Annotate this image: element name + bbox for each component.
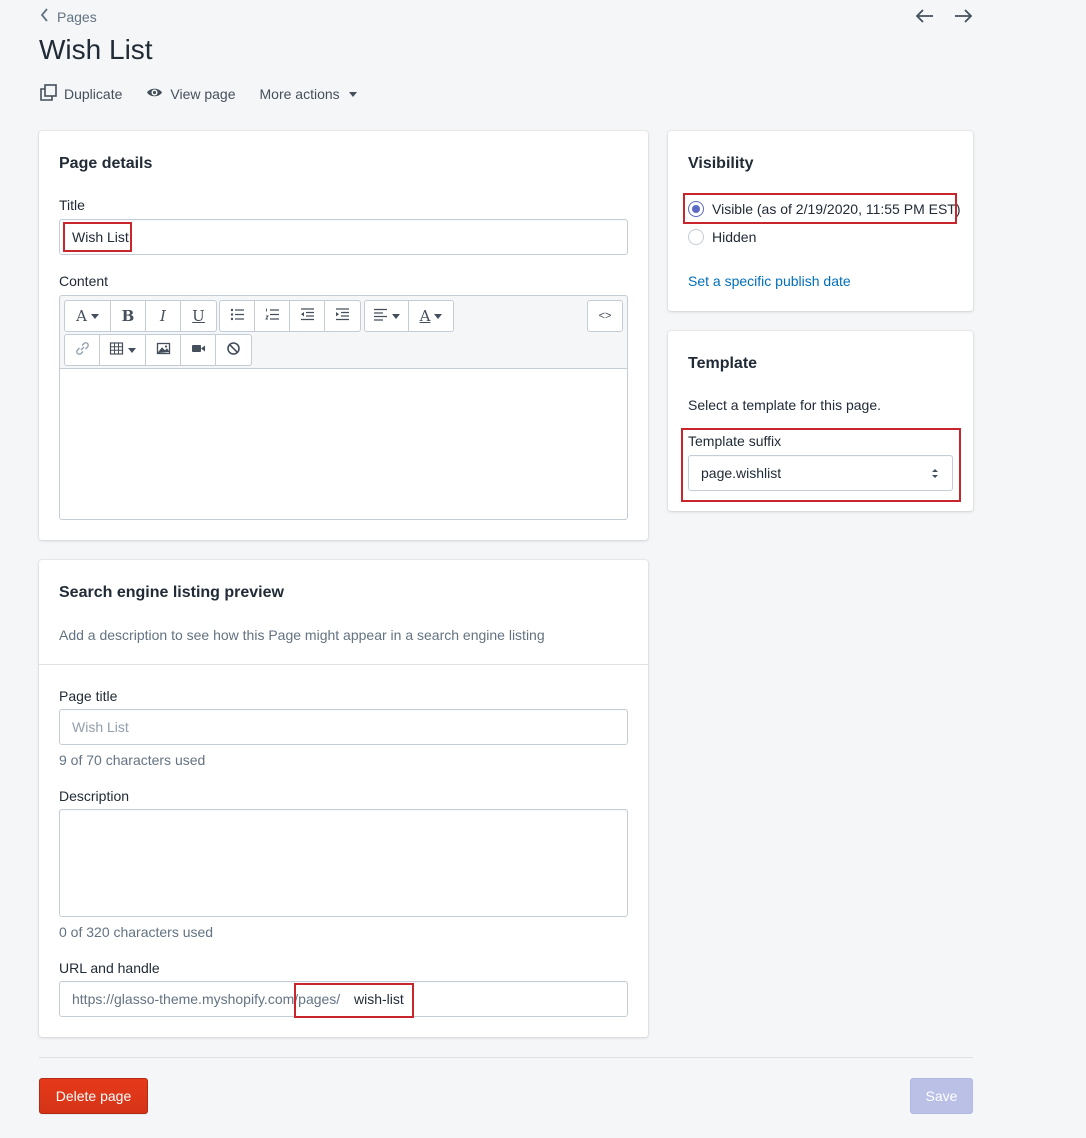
visible-label[interactable]: Visible (as of 2/19/2020, 11:55 PM EST) [712, 201, 961, 217]
more-actions-button[interactable]: More actions [260, 86, 357, 102]
seo-heading: Search engine listing preview [59, 584, 284, 601]
video-icon [191, 341, 206, 360]
numbered-list-button[interactable] [255, 301, 290, 331]
select-arrows-icon [931, 467, 939, 483]
italic-icon: I [160, 307, 166, 325]
code-icon: <> [598, 310, 612, 322]
view-page-button[interactable]: View page [146, 84, 236, 104]
more-actions-label: More actions [259, 86, 340, 102]
page-details-heading: Page details [59, 155, 153, 172]
numbered-list-icon [264, 307, 280, 326]
url-handle-input[interactable]: https://glasso-theme.myshopify.com/pages… [59, 981, 628, 1017]
caret-down-icon [434, 313, 443, 319]
bullet-list-icon [230, 307, 245, 326]
bullet-list-button[interactable] [220, 301, 255, 331]
breadcrumb-label: Pages [57, 8, 97, 25]
template-suffix-label: Template suffix [688, 433, 782, 449]
caret-down-icon [90, 313, 99, 319]
text-color-icon: A [419, 307, 431, 325]
italic-button[interactable]: I [146, 301, 181, 331]
page-title-label: Page title [59, 688, 118, 704]
title-input[interactable]: Wish List [59, 219, 628, 255]
url-prefix: https://glasso-theme.myshopify.com/pages… [72, 991, 341, 1007]
list-group [219, 300, 361, 332]
bold-icon: B [121, 307, 135, 325]
template-help: Select a template for this page. [688, 397, 881, 413]
indent-icon [335, 307, 350, 326]
video-button[interactable] [181, 335, 216, 365]
rich-text-toolbar: A B I U A <> [59, 295, 628, 369]
image-icon [156, 341, 171, 360]
visibility-heading: Visibility [688, 155, 754, 172]
outdent-button[interactable] [290, 301, 325, 331]
clear-format-button[interactable] [216, 335, 251, 365]
url-label: URL and handle [59, 960, 160, 976]
hidden-radio[interactable] [688, 229, 704, 245]
align-color-group: A [364, 300, 454, 332]
duplicate-icon [40, 84, 57, 104]
font-icon: A [76, 307, 87, 325]
underline-icon: U [192, 307, 205, 325]
align-button[interactable] [365, 301, 409, 331]
page-title-help: 9 of 70 characters used [59, 752, 206, 768]
seo-card: Search engine listing preview Add a desc… [39, 560, 648, 1037]
code-group: <> [587, 300, 623, 332]
code-view-button[interactable]: <> [588, 301, 622, 331]
breadcrumb[interactable]: Pages [40, 8, 97, 25]
view-page-label: View page [170, 86, 236, 102]
caret-down-icon [128, 347, 136, 353]
template-suffix-select[interactable]: page.wishlist [688, 455, 953, 491]
seo-description-input[interactable] [59, 809, 628, 917]
clear-format-icon [226, 341, 241, 360]
outdent-icon [300, 307, 315, 326]
content-label: Content [59, 273, 109, 289]
hidden-label[interactable]: Hidden [712, 229, 756, 245]
visible-radio[interactable] [688, 201, 704, 217]
underline-button[interactable]: U [181, 301, 216, 331]
seo-divider [39, 664, 648, 665]
table-icon [109, 341, 124, 360]
caret-down-icon [392, 313, 400, 319]
template-heading: Template [688, 355, 758, 372]
page-actions: Duplicate View page More actions [40, 84, 357, 104]
chevron-left-icon [40, 8, 49, 25]
save-button[interactable]: Save [910, 1078, 973, 1114]
indent-button[interactable] [325, 301, 360, 331]
bold-button[interactable]: B [111, 301, 146, 331]
arrow-right-icon [954, 8, 973, 26]
format-group: A B I U [64, 300, 217, 332]
page-title: Wish List [39, 34, 153, 65]
description-label: Description [59, 788, 130, 804]
footer-divider [39, 1057, 973, 1058]
publish-date-link[interactable]: Set a specific publish date [688, 273, 851, 289]
table-button[interactable] [100, 335, 146, 365]
duplicate-button[interactable]: Duplicate [40, 84, 122, 104]
description-help: 0 of 320 characters used [59, 924, 214, 940]
seo-description-text: Add a description to see how this Page m… [59, 627, 545, 643]
seo-page-title-input[interactable]: Wish List [59, 709, 628, 745]
previous-page-button[interactable] [913, 6, 937, 28]
title-input-value: Wish List [72, 229, 129, 245]
link-icon [75, 341, 90, 360]
delete-page-button[interactable]: Delete page [39, 1078, 148, 1114]
font-button[interactable]: A [65, 301, 111, 331]
template-suffix-value: page.wishlist [701, 465, 782, 481]
insert-group [64, 334, 252, 366]
arrow-left-icon [915, 8, 934, 26]
eye-icon [146, 84, 163, 104]
title-label: Title [59, 197, 85, 213]
next-page-button[interactable] [951, 6, 975, 28]
caret-down-icon [348, 91, 357, 97]
seo-page-title-placeholder: Wish List [72, 719, 129, 735]
text-color-button[interactable]: A [409, 301, 453, 331]
content-editor[interactable] [59, 368, 628, 520]
link-button[interactable] [65, 335, 100, 365]
image-button[interactable] [146, 335, 181, 365]
url-handle-value: wish-list [354, 991, 404, 1007]
align-icon [373, 307, 388, 326]
duplicate-label: Duplicate [64, 86, 123, 102]
